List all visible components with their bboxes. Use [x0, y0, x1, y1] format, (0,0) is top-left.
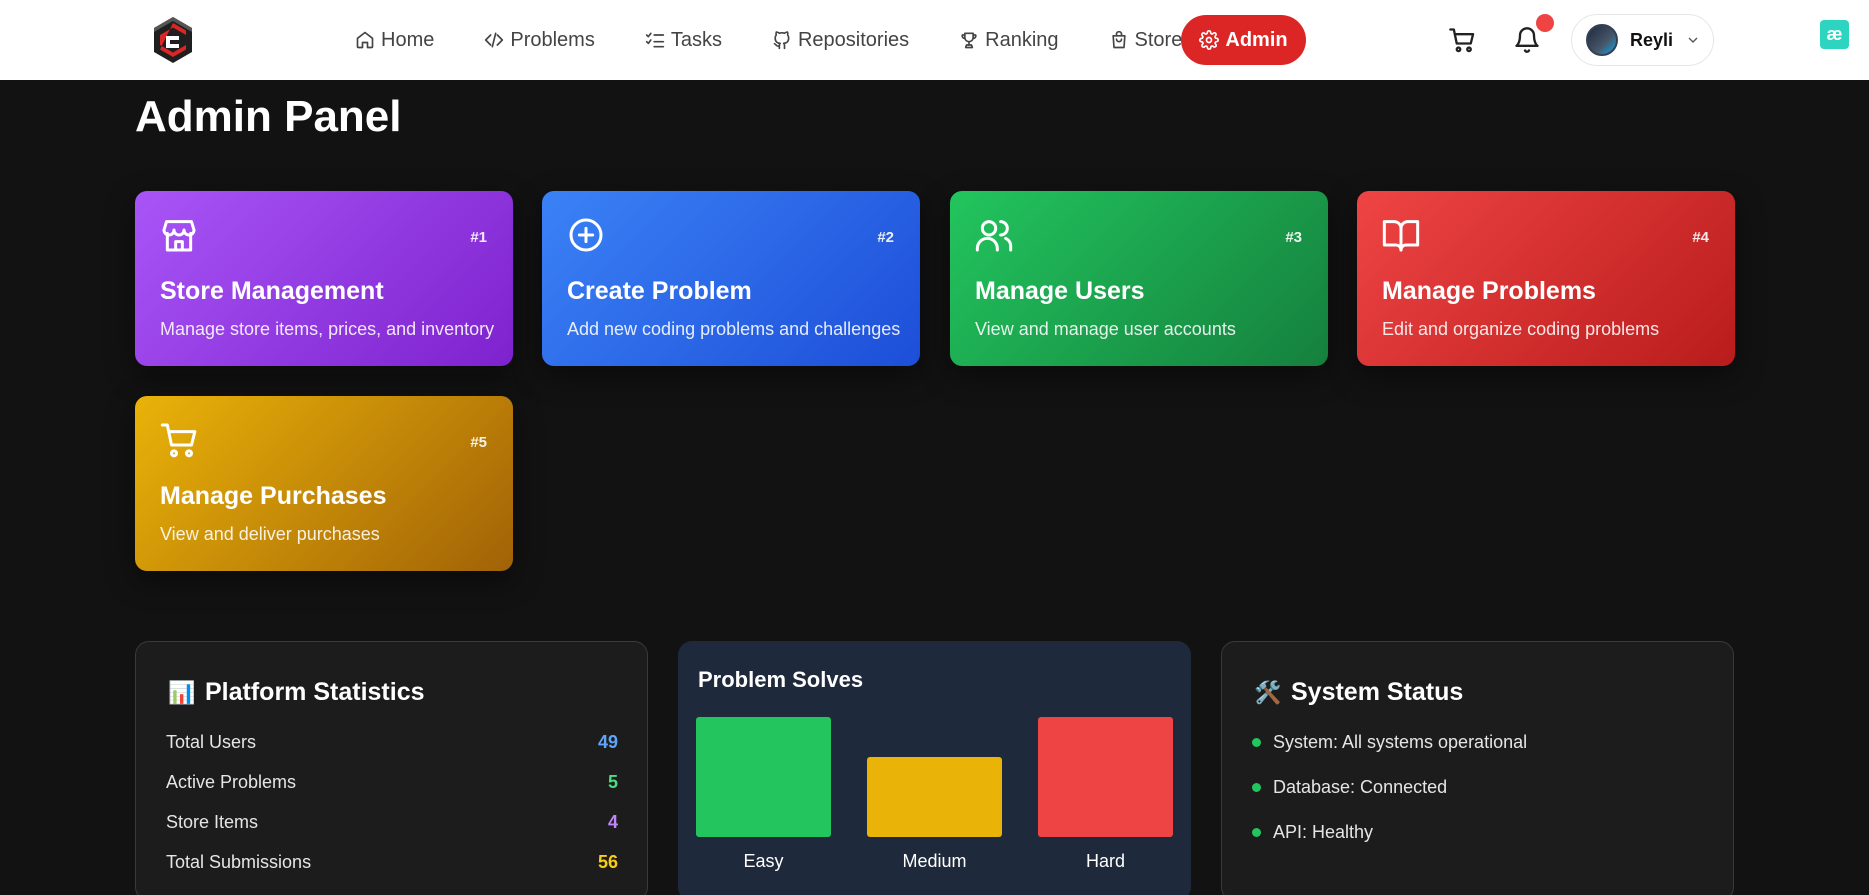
nav-ranking[interactable]: Ranking [934, 0, 1083, 80]
card-title: Manage Purchases [160, 482, 387, 510]
card-create-problem[interactable]: #2 Create Problem Add new coding problem… [542, 191, 920, 366]
nav-admin-button[interactable]: Admin [1181, 15, 1306, 65]
users-icon [974, 215, 1014, 255]
bell-icon [1515, 27, 1539, 53]
cart-icon [1449, 28, 1475, 53]
panel-title: 🛠️ System Status [1254, 678, 1464, 707]
card-title: Create Problem [567, 277, 752, 305]
system-status-panel: 🛠️ System Status System: All systems ope… [1221, 641, 1734, 895]
nav-repositories[interactable]: Repositories [747, 0, 934, 80]
card-description: View and manage user accounts [975, 319, 1236, 339]
nav-problems[interactable]: Problems [459, 0, 619, 80]
list-checks-icon [645, 32, 665, 48]
tools-icon: 🛠️ [1254, 679, 1282, 705]
store-icon [159, 215, 199, 255]
nav-problems-label: Problems [510, 28, 595, 51]
notifications-button[interactable] [1513, 26, 1541, 54]
problem-solves-panel: Problem Solves Easy Medium Hard [678, 641, 1191, 895]
panel-title-text: Platform Statistics [205, 678, 425, 706]
card-number: #2 [877, 229, 894, 246]
stat-label: Total Submissions [166, 852, 312, 872]
trophy-icon [961, 32, 977, 49]
home-icon [356, 31, 374, 49]
status-dot [1252, 738, 1261, 747]
nav-home-label: Home [381, 28, 435, 51]
nav-tasks[interactable]: Tasks [620, 0, 747, 80]
card-manage-problems[interactable]: #4 Manage Problems Edit and organize cod… [1357, 191, 1735, 366]
stat-value: 49 [597, 732, 618, 752]
stat-row: Total Users 49 [166, 732, 618, 753]
notification-dot [1536, 14, 1554, 32]
book-open-icon [1381, 215, 1421, 255]
code-icon [485, 32, 504, 48]
page-title: Admin Panel [135, 92, 402, 141]
status-dot [1252, 828, 1261, 837]
card-store-management[interactable]: #1 Store Management Manage store items, … [135, 191, 513, 366]
gear-icon [1199, 30, 1220, 50]
nav-links: Home Problems Tasks Repositories Ranking… [330, 0, 1207, 80]
status-text: API: Healthy [1273, 822, 1374, 842]
shopping-bag-icon [1111, 30, 1126, 49]
problem-solves-chart: Easy Medium Hard [696, 717, 1173, 871]
avatar [1586, 24, 1618, 56]
chart-title: Problem Solves [698, 667, 864, 692]
cart-button[interactable] [1448, 26, 1476, 54]
card-title: Manage Users [975, 277, 1145, 305]
site-logo[interactable] [152, 16, 194, 64]
status-text: Database: Connected [1273, 777, 1448, 797]
x-tick-label: Medium [902, 851, 966, 871]
card-manage-users[interactable]: #3 Manage Users View and manage user acc… [950, 191, 1328, 366]
panel-title: 📊 Platform Statistics [168, 678, 425, 707]
stat-label: Active Problems [166, 772, 297, 792]
github-icon [773, 31, 790, 50]
stat-value: 4 [607, 812, 618, 832]
top-navbar: Home Problems Tasks Repositories Ranking… [0, 0, 1869, 80]
card-title: Store Management [160, 277, 384, 305]
platform-statistics-panel: 📊 Platform Statistics Total Users 49 Act… [135, 641, 648, 895]
card-number: #3 [1285, 229, 1302, 246]
card-title: Manage Problems [1382, 277, 1596, 305]
status-text: System: All systems operational [1273, 732, 1528, 752]
plus-circle-icon [566, 215, 606, 255]
stat-value: 56 [597, 852, 618, 872]
cart-icon [159, 420, 199, 460]
card-manage-purchases[interactable]: #5 Manage Purchases View and deliver pur… [135, 396, 513, 571]
stat-row: Store Items 4 [166, 812, 618, 833]
user-menu-button[interactable]: Reyli [1571, 14, 1714, 66]
panel-title-text: System Status [1291, 678, 1464, 706]
extension-badge[interactable]: æ [1820, 20, 1849, 49]
stat-label: Total Users [166, 732, 257, 752]
nav-ranking-label: Ranking [985, 28, 1059, 51]
stat-label: Store Items [166, 812, 259, 832]
status-dot [1252, 783, 1261, 792]
stat-value: 5 [607, 772, 618, 792]
card-description: View and deliver purchases [160, 524, 380, 544]
nav-repositories-label: Repositories [797, 28, 910, 51]
chevron-down-icon [1688, 37, 1698, 43]
bar-easy[interactable] [696, 717, 831, 837]
bar-hard[interactable] [1038, 717, 1173, 837]
bar-medium[interactable] [867, 757, 1002, 837]
bar-chart-icon: 📊 [168, 679, 196, 705]
x-tick-label: Hard [1086, 851, 1125, 871]
card-description: Edit and organize coding problems [1382, 319, 1660, 339]
card-description: Add new coding problems and challenges [567, 319, 901, 339]
status-item: Database: Connected [1252, 777, 1447, 798]
stat-row: Active Problems 5 [166, 772, 618, 793]
stat-row: Total Submissions 56 [166, 852, 618, 873]
card-number: #1 [470, 229, 487, 246]
nav-tasks-label: Tasks [670, 28, 722, 51]
status-item: System: All systems operational [1252, 732, 1527, 753]
card-number: #4 [1692, 229, 1709, 246]
nav-admin-label: Admin [1225, 28, 1288, 51]
status-item: API: Healthy [1252, 822, 1373, 843]
nav-store-label: Store [1134, 28, 1183, 51]
card-description: Manage store items, prices, and inventor… [160, 319, 495, 339]
x-tick-label: Easy [743, 851, 783, 871]
user-name: Reyli [1630, 29, 1674, 50]
nav-home[interactable]: Home [330, 0, 459, 80]
card-number: #5 [470, 434, 487, 451]
